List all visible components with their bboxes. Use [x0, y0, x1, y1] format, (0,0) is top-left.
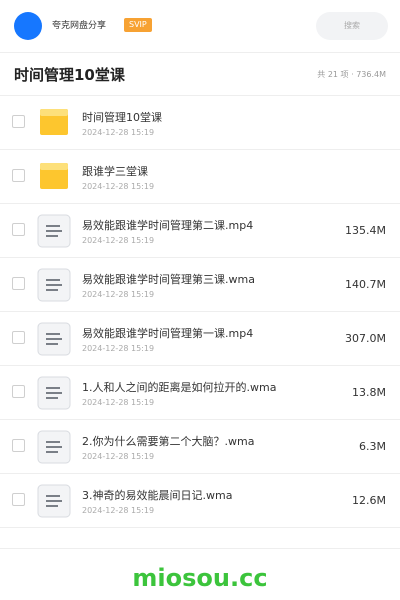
file-date: 2024-12-28 15:19 [82, 398, 155, 407]
file-name: 3.神奇的易效能晨间日记.wma [82, 489, 233, 502]
brand-name: 夸克网盘分享 [52, 21, 107, 31]
svip-badge: SVIP [124, 18, 152, 32]
title-bar: 时间管理10堂课 共 21 项 · 736.4M [0, 52, 400, 96]
list-item[interactable]: 易效能跟谁学时间管理第二课.mp4 2024-12-28 15:19 135.4… [0, 204, 400, 258]
file-date: 2024-12-28 15:19 [82, 506, 155, 515]
list-item[interactable]: 1.人和人之间的距离是如何拉开的.wma 2024-12-28 15:19 13… [0, 366, 400, 420]
folder-icon [40, 109, 68, 135]
file-icon [37, 484, 71, 518]
item-summary: 共 21 项 · 736.4M [317, 70, 386, 79]
share-page: 夸克网盘分享 SVIP 时间管理10堂课 共 21 项 · 736.4M 时间管… [0, 0, 400, 600]
file-icon [37, 376, 71, 410]
file-date: 2024-12-28 15:19 [82, 236, 155, 245]
select-checkbox[interactable] [12, 223, 25, 236]
folder-icon [40, 163, 68, 189]
file-name: 易效能跟谁学时间管理第一课.mp4 [82, 327, 254, 340]
file-name: 易效能跟谁学时间管理第三课.wma [82, 273, 255, 286]
select-checkbox[interactable] [12, 277, 25, 290]
page-title: 时间管理10堂课 [14, 66, 125, 84]
list-item[interactable]: 易效能跟谁学时间管理第一课.mp4 2024-12-28 15:19 307.0… [0, 312, 400, 366]
select-checkbox[interactable] [12, 385, 25, 398]
file-icon [37, 268, 71, 302]
search-input[interactable] [316, 12, 388, 40]
file-name: 跟谁学三堂课 [82, 165, 148, 178]
select-checkbox[interactable] [12, 115, 25, 128]
file-name: 1.人和人之间的距离是如何拉开的.wma [82, 381, 277, 394]
header: 夸克网盘分享 SVIP [0, 0, 400, 52]
site-watermark: miosou.cc [132, 564, 268, 592]
file-size: 135.4M [345, 224, 386, 237]
file-size: 12.6M [352, 494, 386, 507]
file-date: 2024-12-28 15:19 [82, 452, 155, 461]
select-checkbox[interactable] [12, 493, 25, 506]
file-icon [37, 430, 71, 464]
file-size: 13.8M [352, 386, 386, 399]
file-icon [37, 322, 71, 356]
footer-divider [0, 548, 400, 549]
select-checkbox[interactable] [12, 169, 25, 182]
file-date: 2024-12-28 15:19 [82, 182, 155, 191]
file-name: 易效能跟谁学时间管理第二课.mp4 [82, 219, 254, 232]
file-date: 2024-12-28 15:19 [82, 290, 155, 299]
file-date: 2024-12-28 15:19 [82, 128, 155, 137]
select-checkbox[interactable] [12, 439, 25, 452]
file-icon [37, 214, 71, 248]
file-date: 2024-12-28 15:19 [82, 344, 155, 353]
list-item[interactable]: 时间管理10堂课 2024-12-28 15:19 [0, 96, 400, 150]
list-item[interactable]: 易效能跟谁学时间管理第三课.wma 2024-12-28 15:19 140.7… [0, 258, 400, 312]
file-list: 时间管理10堂课 2024-12-28 15:19 跟谁学三堂课 2024-12… [0, 96, 400, 528]
list-item[interactable]: 3.神奇的易效能晨间日记.wma 2024-12-28 15:19 12.6M [0, 474, 400, 528]
list-item[interactable]: 跟谁学三堂课 2024-12-28 15:19 [0, 150, 400, 204]
list-item[interactable]: 2.你为什么需要第二个大脑？.wma 2024-12-28 15:19 6.3M [0, 420, 400, 474]
file-size: 307.0M [345, 332, 386, 345]
select-checkbox[interactable] [12, 331, 25, 344]
file-size: 6.3M [359, 440, 386, 453]
file-size: 140.7M [345, 278, 386, 291]
avatar[interactable] [14, 12, 42, 40]
file-name: 2.你为什么需要第二个大脑？.wma [82, 435, 255, 448]
file-name: 时间管理10堂课 [82, 111, 162, 124]
